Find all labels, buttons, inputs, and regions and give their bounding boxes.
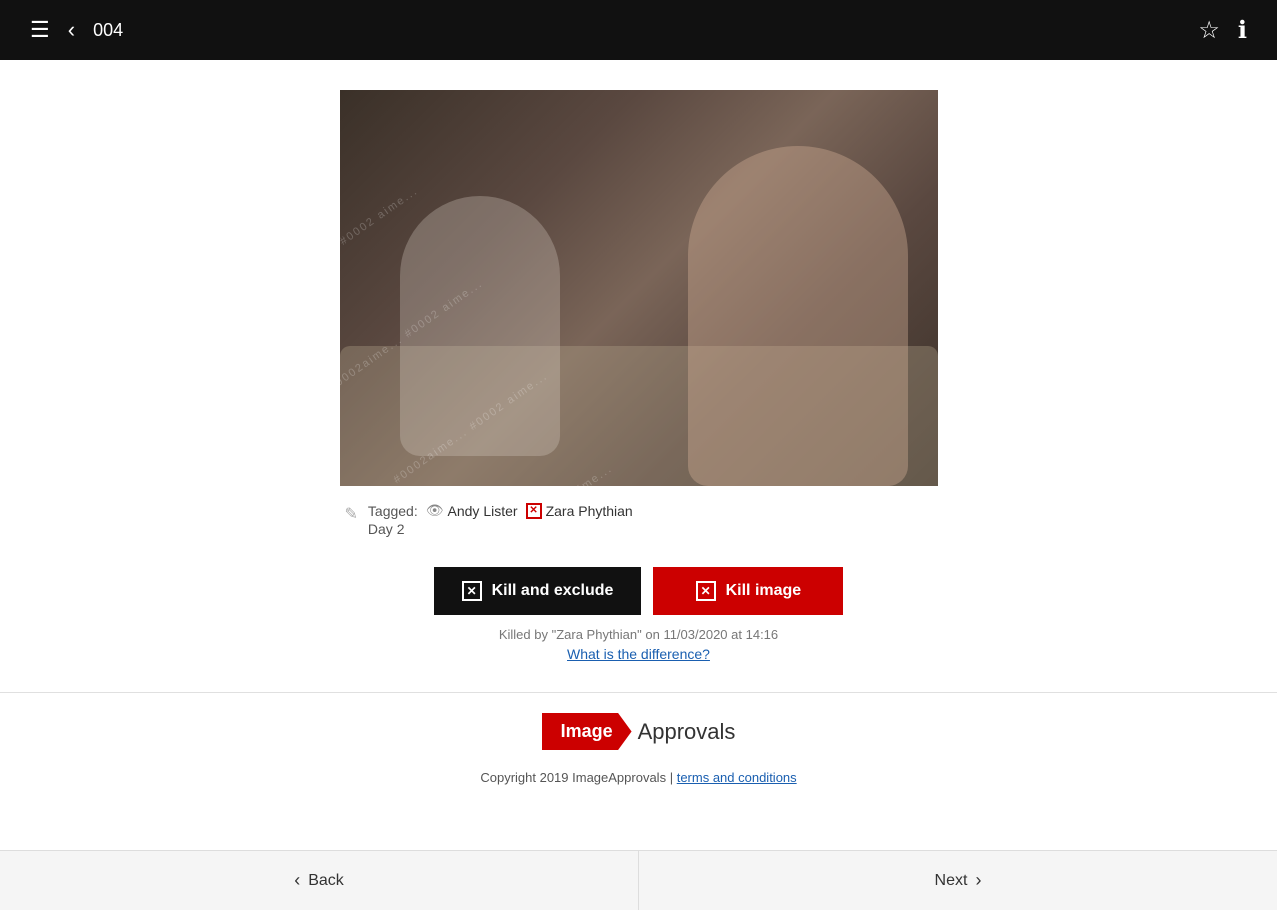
edit-icon[interactable]: ✎ [345, 504, 358, 524]
divider [0, 692, 1277, 693]
killed-by-text: Killed by "Zara Phythian" on 11/03/2020 … [499, 627, 778, 642]
back-label: Back [308, 872, 344, 890]
tags-content: Tagged: 👁 Andy Lister ✕ Zara Phythian Da… [368, 502, 633, 537]
kill-and-exclude-button[interactable]: ✕ Kill and exclude [434, 567, 642, 615]
buttons-section: ✕ Kill and exclude ✕ Kill image [434, 567, 844, 615]
kill-exclude-label: Kill and exclude [492, 582, 614, 600]
kill-image-button[interactable]: ✕ Kill image [653, 567, 843, 615]
x-box-icon: ✕ [526, 503, 542, 519]
star-icon[interactable]: ☆ [1198, 16, 1220, 45]
tag-person-andy: 👁 Andy Lister [426, 502, 518, 519]
next-navigation-button[interactable]: Next › [639, 851, 1277, 910]
back-arrow-nav-icon: ‹ [294, 870, 300, 891]
bottom-navigation: ‹ Back Next › [0, 850, 1277, 910]
info-icon[interactable]: ℹ [1238, 16, 1247, 45]
next-arrow-nav-icon: › [975, 870, 981, 891]
kill-exclude-x-icon: ✕ [462, 581, 482, 601]
footer-text: Copyright 2019 ImageApprovals | terms an… [480, 770, 796, 785]
back-arrow-icon[interactable]: ‹ [68, 17, 75, 43]
tag-person-zara: ✕ Zara Phythian [526, 503, 633, 519]
tagged-label: Tagged: [368, 503, 418, 519]
kill-image-x-icon: ✕ [696, 581, 716, 601]
zara-phythian-name: Zara Phythian [546, 503, 633, 519]
header-left: ☰ ‹ 004 [30, 17, 123, 43]
image-number: 004 [93, 20, 123, 41]
tags-row: Tagged: 👁 Andy Lister ✕ Zara Phythian [368, 502, 633, 519]
hamburger-icon[interactable]: ☰ [30, 17, 50, 43]
logo-container: Image Approvals [542, 713, 736, 750]
figure-right [688, 146, 908, 486]
what-difference-link[interactable]: What is the difference? [499, 646, 778, 662]
figure-left [400, 196, 560, 456]
logo-section: Image Approvals [542, 713, 736, 750]
tags-section: ✎ Tagged: 👁 Andy Lister ✕ Zara Phythian … [340, 502, 938, 537]
footer-separator: | [670, 770, 677, 785]
next-label: Next [935, 872, 968, 890]
image-placeholder: aimee@aime... #0002aime... #0002 aime...… [340, 90, 938, 486]
status-section: Killed by "Zara Phythian" on 11/03/2020 … [499, 627, 778, 662]
header: ☰ ‹ 004 ☆ ℹ [0, 0, 1277, 60]
logo-approvals-part: Approvals [638, 719, 736, 745]
photo-image: aimee@aime... #0002aime... #0002 aime...… [340, 90, 938, 486]
andy-lister-name: Andy Lister [448, 503, 518, 519]
logo-image-part: Image [542, 713, 632, 750]
tag-day: Day 2 [368, 521, 633, 537]
back-navigation-button[interactable]: ‹ Back [0, 851, 639, 910]
copyright-text: Copyright 2019 ImageApprovals [480, 770, 666, 785]
header-right: ☆ ℹ [1198, 16, 1247, 45]
eye-icon: 👁 [426, 502, 444, 519]
kill-image-label: Kill image [726, 582, 802, 600]
main-content: aimee@aime... #0002aime... #0002 aime...… [0, 60, 1277, 815]
terms-conditions-link[interactable]: terms and conditions [677, 770, 797, 785]
